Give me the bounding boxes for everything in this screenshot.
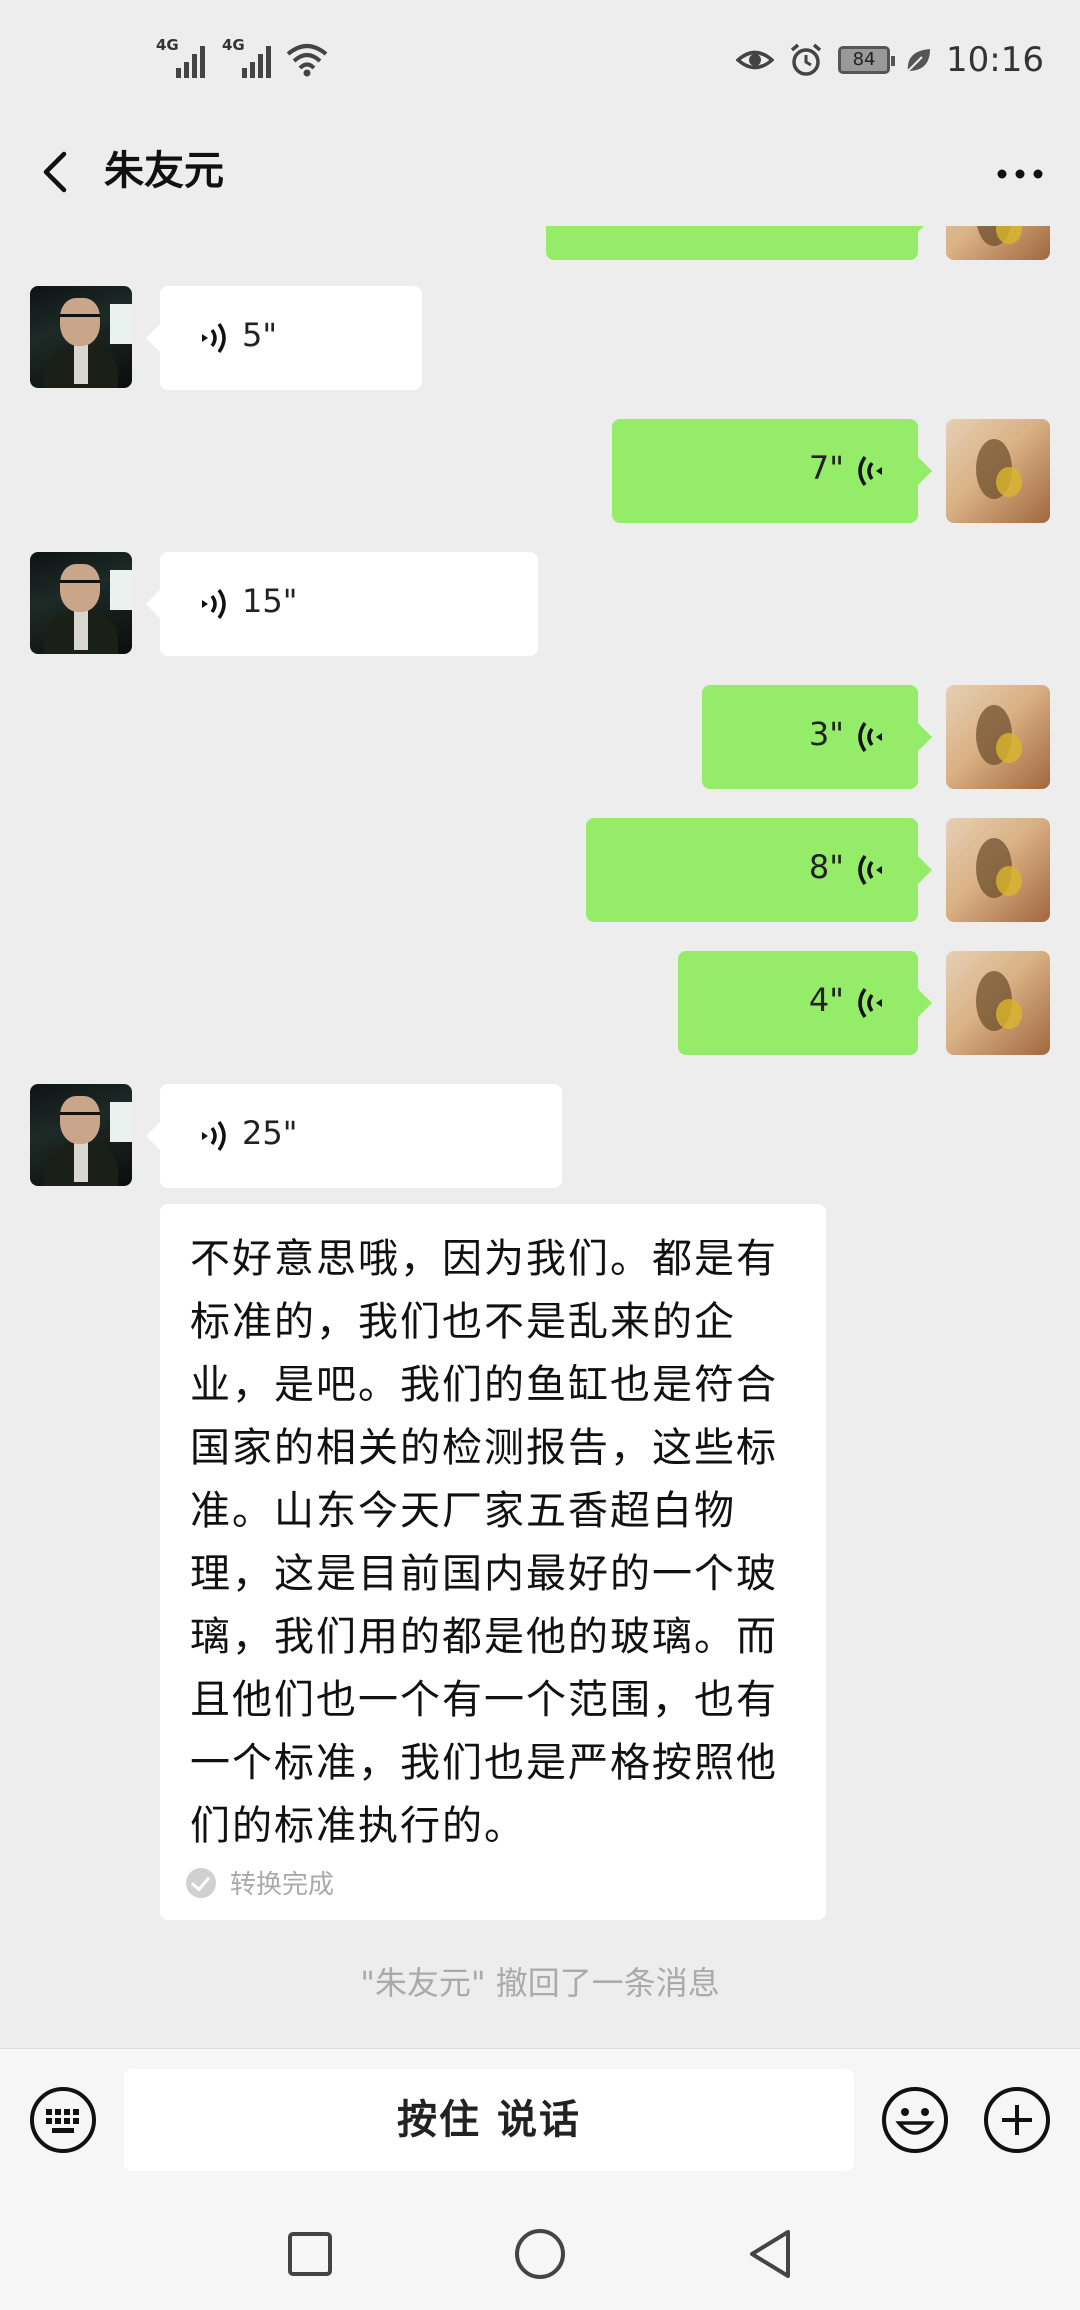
transcript-status-label: 转换完成 [230,1870,335,1900]
alarm-icon [790,43,822,76]
avatar[interactable] [946,685,1050,789]
avatar[interactable] [30,286,132,388]
battery-icon: 84 [838,46,896,74]
voice-wave-icon [858,854,882,886]
voice-wave-icon [202,322,226,354]
home-icon[interactable] [510,2224,570,2284]
transcript-status: 转换完成 [186,1864,334,1901]
voice-message-received[interactable]: 25" [146,1084,562,1188]
voice-duration: 5" [242,316,278,354]
voice-message-sent[interactable]: 4" [678,951,932,1055]
voice-wave-icon [858,721,882,753]
keyboard-icon[interactable] [28,2085,98,2155]
voice-message-received[interactable]: 15" [146,552,538,656]
system-nav-bar [0,2198,1080,2310]
voice-message-sent[interactable] [546,226,932,260]
battery-level: 84 [852,49,876,70]
voice-wave-icon [202,588,226,620]
voice-message-sent[interactable]: 7" [612,419,932,523]
avatar[interactable] [30,552,132,654]
plus-icon[interactable] [982,2085,1052,2155]
voice-duration: 4" [808,981,844,1019]
avatar[interactable] [30,1084,132,1186]
voice-transcript[interactable]: 不好意思哦，因为我们。都是有标准的，我们也不是乱来的企业，是吧。我们的鱼缸也是符… [160,1204,826,1920]
leaf-icon [907,49,931,72]
back-triangle-icon[interactable] [740,2224,800,2284]
voice-wave-icon [858,455,882,487]
hold-to-talk-button[interactable]: 按住 说话 [124,2069,854,2171]
voice-duration: 7" [808,449,844,487]
voice-message-sent[interactable]: 3" [702,685,932,789]
voice-duration: 25" [242,1114,298,1152]
wifi-icon [286,44,328,77]
check-circle-icon [186,1867,216,1898]
avatar[interactable] [946,419,1050,523]
voice-message-received[interactable]: 5" [146,286,422,390]
voice-wave-icon [858,987,882,1019]
voice-duration: 15" [242,582,298,620]
status-bar: 4G 4G 84 10:16 [0,0,1080,120]
chat-title: 朱友元 [104,148,224,194]
eye-icon [736,50,775,70]
chat-header: 朱友元 [0,120,1080,226]
voice-message-sent[interactable]: 8" [586,818,932,922]
avatar[interactable] [946,951,1050,1055]
message-list[interactable]: 5" 7" 15" 3" 8" 4" 25" 不好意思哦，因为我们。都是有标准的… [0,226,1080,2048]
chevron-left-icon[interactable] [30,142,90,202]
voice-wave-icon [202,1120,226,1152]
recent-apps-icon[interactable] [280,2224,340,2284]
avatar[interactable] [946,226,1050,260]
voice-duration: 3" [808,715,844,753]
avatar[interactable] [946,818,1050,922]
voice-duration: 8" [808,848,844,886]
recall-notice: "朱友元" 撤回了一条消息 [360,1964,720,2002]
more-dots-icon[interactable] [990,144,1050,204]
transcript-text: 不好意思哦，因为我们。都是有标准的，我们也不是乱来的企业，是吧。我们的鱼缸也是符… [190,1236,778,1849]
input-bar: 按住 说话 [0,2048,1080,2198]
emoji-icon[interactable] [880,2085,950,2155]
status-time: 10:16 [946,40,1044,80]
